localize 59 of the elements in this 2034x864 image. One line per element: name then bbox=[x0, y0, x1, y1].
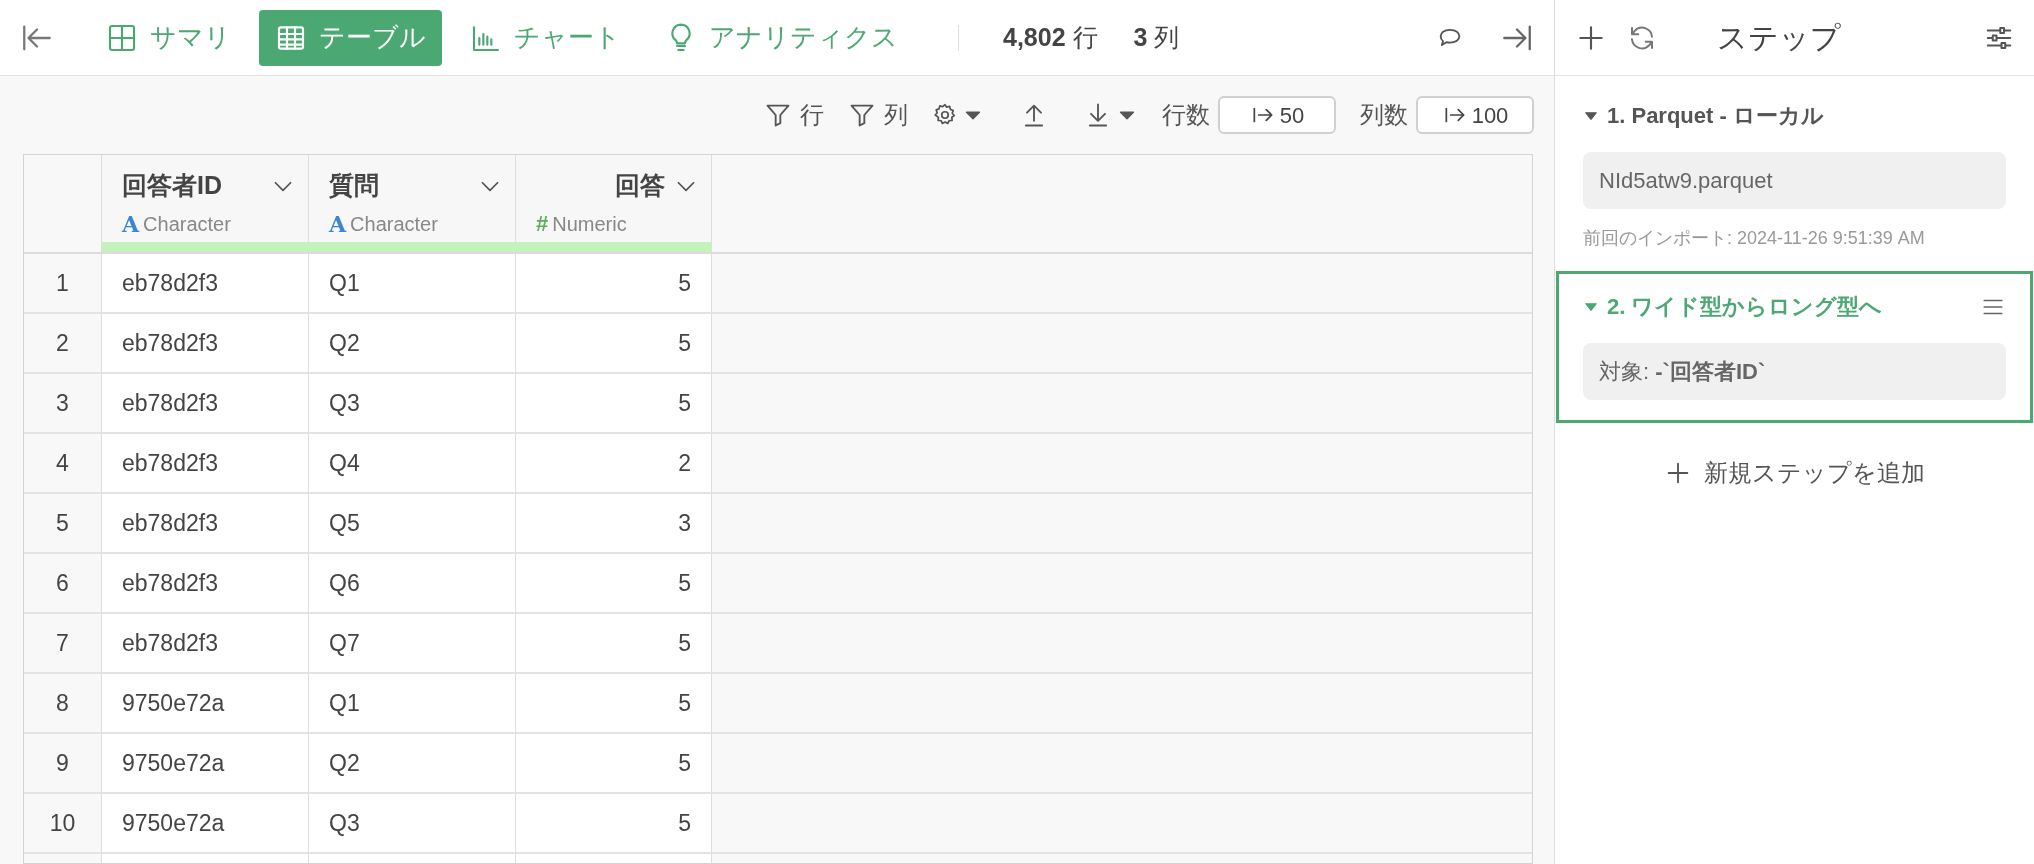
table-cell: 5 bbox=[516, 734, 712, 792]
table-cell: Q1 bbox=[309, 674, 516, 732]
table-cell: Q7 bbox=[309, 614, 516, 672]
table-cell: 9750e72a bbox=[102, 674, 309, 732]
table-cell: 5 bbox=[516, 374, 712, 432]
table-cell: eb78d2f3 bbox=[102, 374, 309, 432]
type-symbol: A bbox=[329, 212, 347, 235]
table-cell: Q6 bbox=[309, 554, 516, 612]
column-type: Numeric bbox=[552, 211, 627, 237]
column-limit-field[interactable]: 100 bbox=[1416, 96, 1534, 134]
table-cell: 5 bbox=[516, 794, 712, 852]
step-detail: 対象: -`回答者ID` bbox=[1583, 343, 2006, 400]
type-symbol: A bbox=[122, 212, 140, 235]
row-filter-button[interactable]: 行 bbox=[764, 97, 824, 133]
step-note: 前回のインポート: 2024-11-26 9:51:39 AM bbox=[1583, 227, 1926, 250]
table-cell: 9750e72a bbox=[102, 734, 309, 792]
column-header[interactable]: 回答 # Numeric bbox=[516, 155, 712, 252]
column-name: 質問 bbox=[329, 170, 379, 201]
column-count: 3 列 bbox=[1133, 21, 1180, 53]
panel-title: ステップ bbox=[1717, 20, 1841, 56]
column-name: 回答 bbox=[615, 170, 665, 201]
table-cell: 2 bbox=[516, 434, 712, 492]
table-cell: Q3 bbox=[309, 794, 516, 852]
table-cell: Q2 bbox=[309, 734, 516, 792]
column-type: Character bbox=[350, 211, 438, 237]
table-cell: eb78d2f3 bbox=[102, 434, 309, 492]
table-cell: 3 bbox=[516, 494, 712, 552]
table-cell: 9750e72a bbox=[102, 794, 309, 852]
table-cell: eb78d2f3 bbox=[102, 314, 309, 372]
table-cell: Q3 bbox=[309, 374, 516, 432]
type-symbol: # bbox=[536, 212, 549, 235]
row-limit-field[interactable]: 50 bbox=[1218, 96, 1336, 134]
column-header[interactable]: 質問 A Character bbox=[309, 155, 516, 252]
step-card[interactable]: 1. Parquet - ローカル NId5atw9.parquet 前回のインポート: 2024-11-26 9:51:39 AM bbox=[1556, 76, 2033, 267]
column-limit-label: 列数 bbox=[1360, 100, 1408, 130]
table-cell: Q5 bbox=[309, 494, 516, 552]
table-cell: eb78d2f3 bbox=[102, 554, 309, 612]
table-cell: 5 bbox=[516, 254, 712, 312]
row-limit-label: 行数 bbox=[1162, 100, 1210, 130]
table-cell: 5 bbox=[516, 614, 712, 672]
table-cell: eb78d2f3 bbox=[102, 494, 309, 552]
table-cell: Q2 bbox=[309, 314, 516, 372]
table-cell: 5 bbox=[516, 674, 712, 732]
column-filter-button[interactable]: 列 bbox=[848, 97, 908, 133]
step-card[interactable]: 2. ワイド型からロング型へ 対象: -`回答者ID` bbox=[1556, 271, 2033, 423]
table-cell: Q1 bbox=[309, 254, 516, 312]
column-type: Character bbox=[143, 211, 231, 237]
table-cell: 5 bbox=[516, 554, 712, 612]
row-count: 4,802 行 bbox=[1003, 21, 1098, 53]
table-cell: 5 bbox=[516, 314, 712, 372]
table-cell: Q4 bbox=[309, 434, 516, 492]
column-name: 回答者ID bbox=[122, 170, 222, 201]
table-cell: eb78d2f3 bbox=[102, 614, 309, 672]
column-header[interactable]: 回答者ID A Character bbox=[102, 155, 309, 252]
step-title: 2. ワイド型からロング型へ bbox=[1607, 293, 1884, 321]
step-detail: NId5atw9.parquet bbox=[1583, 152, 2006, 209]
table-cell: eb78d2f3 bbox=[102, 254, 309, 312]
step-title: 1. Parquet - ローカル bbox=[1607, 102, 1825, 130]
add-step-button[interactable]: 新規ステップを追加 bbox=[1664, 455, 1925, 491]
